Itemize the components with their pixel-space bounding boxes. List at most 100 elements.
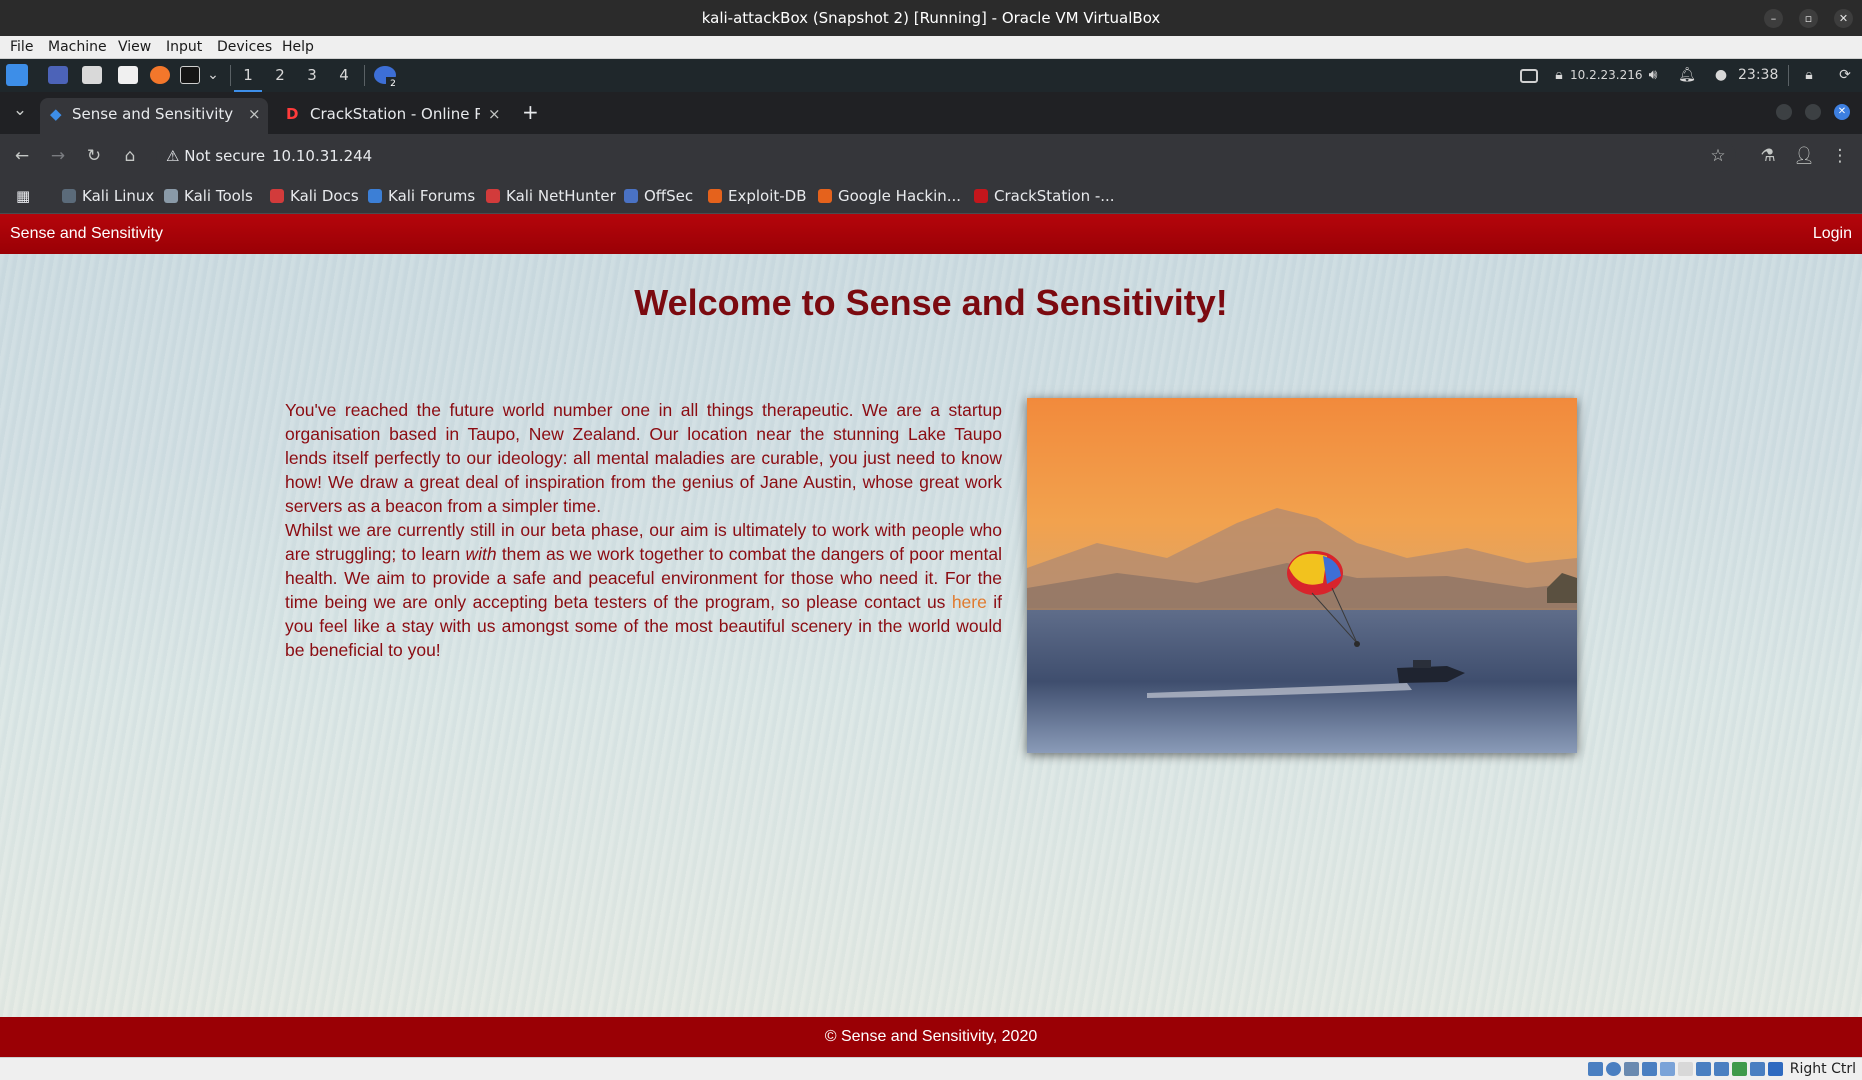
intro-text: You've reached the future world number o…	[285, 398, 1002, 662]
power-status-icon[interactable]: ●	[1710, 59, 1732, 92]
menu-help[interactable]: Help	[282, 36, 314, 59]
intro-paragraph-1: You've reached the future world number o…	[285, 400, 1002, 516]
panel-separator	[230, 65, 231, 86]
bookmarks-bar: ▦ Kali Linux Kali Tools Kali Docs Kali F…	[0, 178, 1862, 214]
lock-screen-icon[interactable]: 🔒︎	[1798, 59, 1820, 92]
not-secure-label: Not secure	[184, 147, 266, 165]
bookmark-kali-forums[interactable]: Kali Forums	[368, 178, 475, 214]
close-button[interactable]: ✕	[1834, 9, 1853, 28]
menu-input[interactable]: Input	[166, 36, 202, 59]
window-title: kali-attackBox (Snapshot 2) [Running] - …	[701, 9, 1161, 27]
file-manager-icon[interactable]	[82, 66, 102, 84]
text-editor-icon[interactable]	[118, 66, 138, 84]
menu-view[interactable]: View	[118, 36, 151, 59]
new-tab-button[interactable]: +	[522, 96, 539, 128]
chevron-down-icon[interactable]: ⌄	[204, 59, 222, 92]
clock[interactable]: 23:38	[1738, 59, 1778, 92]
menu-devices[interactable]: Devices	[217, 36, 272, 59]
usb-icon[interactable]	[1660, 1062, 1675, 1076]
panel-separator	[364, 65, 365, 86]
volume-icon[interactable]: 🔊︎	[1642, 59, 1664, 92]
contact-here-link[interactable]: here	[952, 592, 987, 612]
intro-paragraph-2: Whilst we are currently still in our bet…	[285, 518, 1002, 662]
hard-disk-icon[interactable]	[1588, 1062, 1603, 1076]
offsec-icon	[624, 189, 638, 203]
bookmark-star-icon[interactable]: ☆	[1704, 134, 1732, 178]
kali-top-panel: ⌄ 1 2 3 4 2 🔒︎ 10.2.23.216 🔊︎ 🔔︎ ● 23:38…	[0, 59, 1862, 92]
kali-menu-icon[interactable]	[6, 64, 28, 86]
tab-search-chevron-icon[interactable]: ⌄	[6, 92, 34, 128]
home-icon[interactable]: ⌂	[116, 134, 144, 178]
tools-icon	[164, 189, 178, 203]
address-bar[interactable]: ⚠ Not secure 10.10.31.244	[156, 140, 1736, 172]
menu-kebab-icon[interactable]: ⋮	[1826, 134, 1854, 178]
workspace-4[interactable]: 4	[330, 59, 358, 92]
panel-separator	[1788, 65, 1789, 86]
bookmark-label: CrackStation -...	[994, 187, 1115, 205]
terminal-icon[interactable]	[180, 66, 200, 84]
tab-sense-and-sensitivity[interactable]: ◆ Sense and Sensitivity ×	[40, 98, 268, 134]
audio-icon[interactable]	[1624, 1062, 1639, 1076]
bookmark-google-hacking[interactable]: Google Hackin...	[818, 178, 961, 214]
bookmark-kali-linux[interactable]: Kali Linux	[62, 178, 154, 214]
exploit-db-icon	[708, 189, 722, 203]
tab-title: Sense and Sensitivity	[72, 105, 234, 123]
reload-icon[interactable]: ↻	[80, 134, 108, 178]
bookmark-label: Kali Tools	[184, 187, 253, 205]
login-link[interactable]: Login	[1813, 214, 1852, 254]
browser-toolbar: ← → ↻ ⌂ ⚠ Not secure 10.10.31.244 ☆ ⚗ 👤︎…	[0, 134, 1862, 178]
labs-flask-icon[interactable]: ⚗	[1754, 134, 1782, 178]
cpu-icon[interactable]	[1732, 1062, 1747, 1076]
shared-folders-icon[interactable]	[1678, 1062, 1693, 1076]
display-icon[interactable]	[1520, 69, 1538, 83]
site-navbar: Sense and Sensitivity Login	[0, 214, 1862, 254]
url-text[interactable]: 10.10.31.244	[272, 140, 372, 172]
display-icon[interactable]	[1696, 1062, 1711, 1076]
warning-triangle-icon: ⚠	[166, 147, 180, 165]
menu-file[interactable]: File	[10, 36, 33, 59]
window-count-badge: 2	[386, 77, 400, 91]
firefox-icon[interactable]	[150, 66, 170, 84]
site-footer: © Sense and Sensitivity, 2020	[0, 1017, 1862, 1057]
bookmark-offsec[interactable]: OffSec	[624, 178, 693, 214]
maximize-button[interactable]: ▫	[1799, 9, 1818, 28]
back-arrow-icon[interactable]: ←	[8, 134, 36, 178]
security-indicator[interactable]: ⚠ Not secure	[166, 140, 265, 172]
logout-icon[interactable]: ⟳	[1834, 59, 1856, 92]
menu-machine[interactable]: Machine	[48, 36, 107, 59]
workspace-2[interactable]: 2	[266, 59, 294, 92]
minimize-button[interactable]: –	[1764, 9, 1783, 28]
copyright-text: © Sense and Sensitivity, 2020	[824, 1028, 1038, 1045]
recording-icon[interactable]	[1714, 1062, 1729, 1076]
desktop-icon[interactable]	[48, 66, 68, 84]
tab-close-icon[interactable]: ×	[488, 98, 501, 130]
bookmark-label: Kali Forums	[388, 187, 476, 205]
workspace-3[interactable]: 3	[298, 59, 326, 92]
keyboard-capture-icon[interactable]	[1768, 1062, 1783, 1076]
window-minimize-button[interactable]	[1776, 104, 1792, 120]
workspace-1[interactable]: 1	[234, 59, 262, 92]
site-brand[interactable]: Sense and Sensitivity	[10, 214, 163, 254]
bookmark-kali-nethunter[interactable]: Kali NetHunter	[486, 178, 616, 214]
forward-arrow-icon[interactable]: →	[44, 134, 72, 178]
tab-close-icon[interactable]: ×	[248, 98, 261, 130]
bookmark-exploit-db[interactable]: Exploit-DB	[708, 178, 807, 214]
profile-icon[interactable]: 👤︎	[1790, 134, 1818, 178]
bookmark-label: Kali NetHunter	[506, 187, 616, 205]
notification-bell-icon[interactable]: 🔔︎	[1676, 59, 1698, 92]
bookmark-kali-tools[interactable]: Kali Tools	[164, 178, 253, 214]
optical-drive-icon[interactable]	[1606, 1062, 1621, 1076]
mouse-integration-icon[interactable]	[1750, 1062, 1765, 1076]
lake-taupo-parasail-photo	[1027, 398, 1577, 753]
apps-grid-icon[interactable]: ▦	[16, 178, 30, 214]
bookmark-crackstation[interactable]: CrackStation -...	[974, 178, 1115, 214]
forums-icon	[368, 189, 382, 203]
tab-favicon-icon: ◆	[50, 105, 62, 123]
network-icon[interactable]	[1642, 1062, 1657, 1076]
ip-address[interactable]: 10.2.23.216	[1570, 59, 1643, 92]
bookmark-kali-docs[interactable]: Kali Docs	[270, 178, 359, 214]
bookmark-label: OffSec	[644, 187, 694, 205]
window-close-button[interactable]: ✕	[1834, 104, 1850, 120]
window-maximize-button[interactable]	[1805, 104, 1821, 120]
tab-crackstation[interactable]: D CrackStation - Online Pas ×	[276, 98, 504, 134]
